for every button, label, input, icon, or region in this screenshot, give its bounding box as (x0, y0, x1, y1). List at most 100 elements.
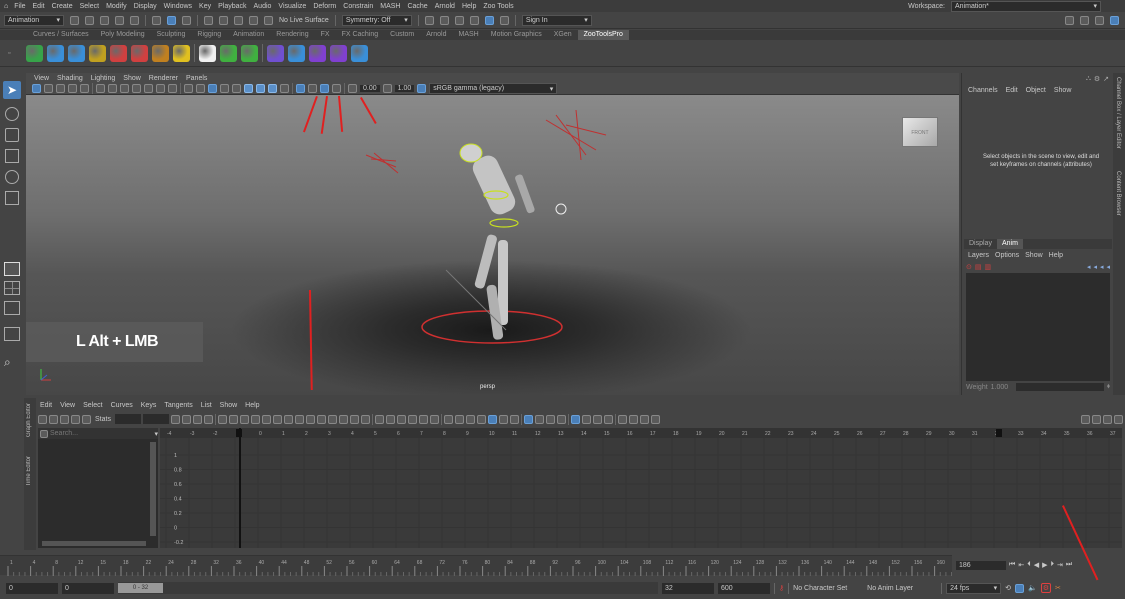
viewport-menu-view[interactable]: View (34, 75, 49, 82)
channel-box-icon[interactable] (1110, 15, 1119, 25)
field-chart-icon[interactable] (144, 84, 153, 93)
weight-key-icon[interactable]: ⬧ (1107, 383, 1110, 391)
shelf-tool-3-icon[interactable] (68, 44, 85, 62)
shelf-tab-fx[interactable]: FX (315, 30, 336, 40)
shelf-tool-14-icon[interactable] (309, 44, 326, 62)
graph-editor-side-tab[interactable]: Graph Editor (26, 403, 32, 437)
save-scene-icon[interactable] (100, 15, 109, 25)
time-slider[interactable]: 1 4 8 12 15 18 22 24 28 32 36 40 44 48 52 56 60 64 68 72 76 8… (0, 555, 952, 576)
step-forward-frame-icon[interactable]: ⏵ (1050, 561, 1054, 569)
viewport-menu-shading[interactable]: Shading (57, 75, 83, 82)
select-object-icon[interactable] (167, 15, 176, 25)
stacked-curves-icon[interactable] (487, 414, 497, 424)
shelf-tool-11-icon[interactable] (241, 44, 258, 62)
graph-menu-help[interactable]: Help (245, 402, 259, 409)
sound-icon[interactable]: 🔈 (1028, 584, 1037, 592)
graph-menu-select[interactable]: Select (83, 402, 102, 409)
lattice-deform-icon[interactable] (60, 414, 69, 424)
graph-area[interactable]: -4-3-2-101234567891011121314151617181920… (160, 428, 1122, 548)
playback-start-field[interactable]: 0 (62, 582, 114, 594)
stats-field-2[interactable] (142, 414, 169, 424)
menu-mash[interactable]: MASH (380, 3, 400, 10)
layer-menu-help[interactable]: Help (1049, 252, 1063, 259)
shelf-tab-xgen[interactable]: XGen (548, 30, 578, 40)
key-stats-icon[interactable] (374, 414, 384, 424)
shelf-tab-sculpting[interactable]: Sculpting (151, 30, 192, 40)
viewport-menu-show[interactable]: Show (123, 75, 141, 82)
menu-constrain[interactable]: Constrain (343, 3, 373, 10)
menu-modify[interactable]: Modify (106, 3, 127, 10)
time-snap-icon[interactable] (570, 414, 580, 424)
character-head[interactable] (459, 143, 483, 163)
spline-tangent-icon[interactable] (228, 414, 238, 424)
shelf-tab-animation[interactable]: Animation (227, 30, 270, 40)
constant-extrapolation-icon[interactable] (454, 414, 464, 424)
lasso-tool-icon[interactable] (5, 107, 19, 121)
oscillate-icon[interactable] (429, 414, 439, 424)
shelf-tool-13-icon[interactable] (288, 44, 305, 62)
viewcube[interactable]: FRONT (902, 117, 938, 147)
absolute-view-icon[interactable] (498, 414, 508, 424)
trax-icon[interactable] (1103, 414, 1112, 424)
gamma-value[interactable]: 1.00 (394, 85, 415, 92)
exposure-value[interactable]: 0.00 (360, 85, 380, 92)
graph-menu-view[interactable]: View (60, 402, 75, 409)
isolate-select-icon[interactable] (296, 84, 305, 93)
character-arm[interactable] (514, 174, 535, 214)
frame-playback-icon[interactable] (192, 414, 202, 424)
hypershade-icon[interactable] (484, 15, 494, 25)
add-layer-icon[interactable]: ▤ (975, 263, 982, 271)
stats-field-1[interactable] (114, 414, 141, 424)
channel-menu-object[interactable]: Object (1026, 87, 1046, 94)
shelf-tool-8-icon[interactable] (173, 44, 190, 62)
xray-active-icon[interactable] (332, 84, 341, 93)
character-torso[interactable] (470, 152, 519, 217)
frame-selection-icon[interactable] (181, 414, 191, 424)
modeling-toolkit-icon[interactable] (1065, 15, 1074, 25)
viewport-3d-view[interactable]: FRONT persp L Alt + LMB (26, 95, 959, 395)
shelf-tab-motion-graphics[interactable]: Motion Graphics (485, 30, 548, 40)
channel-menu-show[interactable]: Show (1054, 87, 1072, 94)
go-to-start-icon[interactable]: ⏮ (1009, 561, 1015, 569)
arnold-render-icon[interactable] (499, 15, 509, 25)
graph-layout-icon[interactable] (1114, 414, 1123, 424)
safe-title-icon[interactable] (168, 84, 177, 93)
shelf-tab-mash[interactable]: MASH (453, 30, 485, 40)
anim-layer-dropdown[interactable]: No Anim Layer (867, 585, 937, 592)
image-plane-icon[interactable] (68, 84, 77, 93)
linear-extrapolation-icon[interactable] (443, 414, 453, 424)
shelf-tool-12-icon[interactable] (267, 44, 284, 62)
move-layer-up-icon[interactable]: ◂ (1087, 263, 1091, 271)
viewport-menu-renderer[interactable]: Renderer (149, 75, 178, 82)
shelf-tool-2-icon[interactable] (47, 44, 64, 62)
four-view-icon[interactable] (4, 281, 20, 295)
rotate-tool-icon[interactable] (5, 170, 19, 184)
layer-menu-options[interactable]: Options (995, 252, 1019, 259)
show-buffer-icon[interactable] (523, 414, 533, 424)
viewport-menu-lighting[interactable]: Lighting (91, 75, 116, 82)
view-curve-icon[interactable] (556, 414, 566, 424)
motion-blur-icon[interactable] (280, 84, 289, 93)
filter-icon[interactable] (40, 429, 48, 438)
live-surface-label[interactable]: No Live Surface (279, 17, 329, 24)
current-frame-field[interactable]: 186 (956, 560, 1006, 570)
shelf-tab-rigging[interactable]: Rigging (191, 30, 227, 40)
open-scene-icon[interactable] (85, 15, 94, 25)
search-input[interactable]: Search... (50, 430, 152, 437)
range-handle[interactable]: 0 - 32 (118, 583, 163, 593)
snap-surface-icon[interactable] (264, 15, 273, 25)
value-snap-icon[interactable] (581, 414, 591, 424)
new-layer-icon[interactable]: ◂ (1100, 263, 1104, 271)
move-tool-icon[interactable] (5, 149, 19, 163)
ipr-render-icon[interactable] (454, 15, 464, 25)
menu-display[interactable]: Display (134, 3, 157, 10)
light-gizmo-left[interactable] (365, 152, 399, 174)
select-component-icon[interactable] (182, 15, 191, 25)
single-view-icon[interactable] (4, 262, 20, 276)
playback-end-field[interactable]: 32 (662, 582, 714, 594)
region-keys-icon[interactable] (71, 414, 80, 424)
menu-select[interactable]: Select (80, 3, 99, 10)
normalize-icon[interactable] (465, 414, 475, 424)
plateau-tangent-icon[interactable] (283, 414, 293, 424)
film-gate-icon[interactable] (108, 84, 117, 93)
